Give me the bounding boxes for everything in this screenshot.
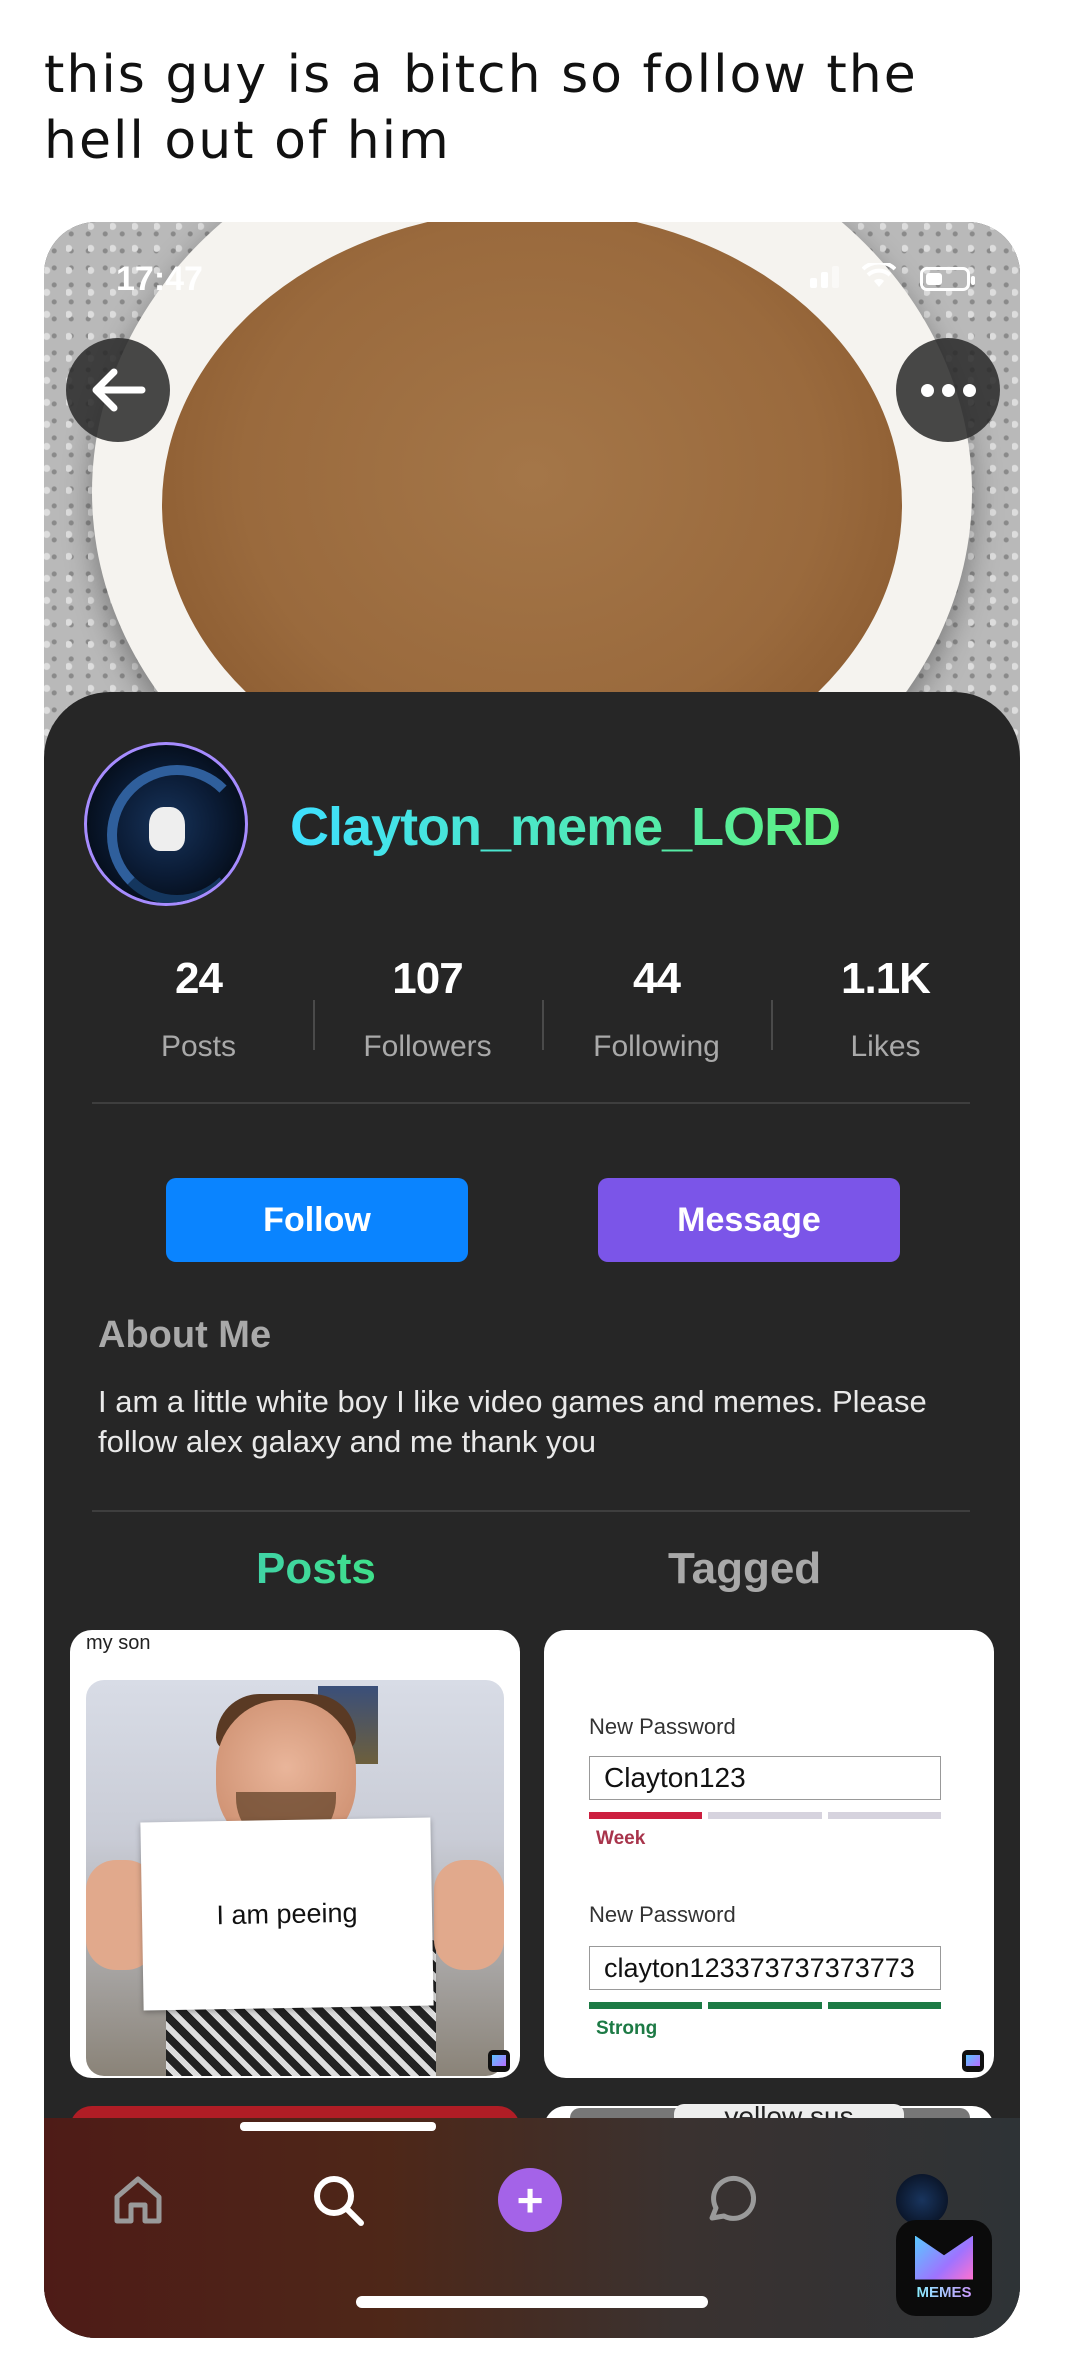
password-field: clayton123373737373773 [589,1946,941,1990]
stat-value: 44 [633,954,681,1003]
back-button[interactable] [66,338,170,442]
stat-following[interactable]: 44 Following [542,954,771,1064]
stat-followers[interactable]: 107 Followers [313,954,542,1064]
memes-logo: MEMES [896,2220,992,2316]
tab-tagged[interactable]: Tagged [668,1544,821,1594]
about-title: About Me [98,1314,272,1356]
arrow-left-icon [92,368,146,412]
meme-caption: this guy is a bitch so follow the hell o… [44,45,918,171]
strength-label: Week [596,1828,646,1849]
password-label: New Password [589,1714,736,1739]
divider [92,1510,970,1512]
post-tile[interactable]: New Password Clayton123 Week New Passwor… [544,1630,994,2078]
stat-likes[interactable]: 1.1K Likes [771,954,1000,1064]
status-time: 17:47 [116,260,203,298]
post-tile[interactable]: my son I am peeing [70,1630,520,2078]
wifi-icon [861,260,897,297]
watermark-icon [962,2050,984,2072]
stat-label: Followers [363,1030,492,1063]
home-indicator [356,2296,708,2308]
stat-label: Posts [160,1030,237,1063]
profile-card: Clayton_meme_LORD 24 Posts 107 Followers… [44,692,1020,2338]
follow-button[interactable]: Follow [166,1178,468,1262]
password-field: Clayton123 [589,1756,941,1800]
strength-bars [589,2002,941,2009]
profile-avatar-icon[interactable] [896,2174,948,2226]
stat-posts[interactable]: 24 Posts [84,954,313,1064]
stat-value: 1.1K [841,954,931,1003]
stat-label: Following [593,1030,720,1063]
avatar[interactable] [84,742,248,906]
about-text: I am a little white boy I like video gam… [98,1384,927,1459]
profile-username: Clayton_meme_LORD [290,797,841,857]
more-options-button[interactable] [896,338,1000,442]
logo-text: MEMES [916,2283,972,2301]
search-icon[interactable] [306,2168,370,2232]
strength-label: Strong [596,2018,658,2039]
tab-posts[interactable]: Posts [256,1544,376,1594]
chat-icon[interactable] [698,2168,762,2232]
scroll-indicator [240,2122,436,2131]
home-icon[interactable] [106,2168,170,2232]
post-image: I am peeing [86,1680,504,2076]
strength-bars [589,1812,941,1819]
profile-stats: 24 Posts 107 Followers 44 Following 1.1K… [84,954,1000,1064]
post-caption: my son [86,1632,151,1654]
stat-value: 107 [392,954,463,1003]
password-label: New Password [589,1902,736,1927]
signal-icon [810,266,843,288]
plus-icon[interactable]: + [498,2168,562,2232]
divider [92,1102,970,1104]
watermark-icon [488,2050,510,2072]
stat-value: 24 [175,954,223,1003]
battery-icon [920,267,975,291]
phone-screenshot: 17:47 Clayton_meme_LORD 24 Posts 107 Fol… [44,222,1020,2338]
status-bar: 17:47 [44,222,1020,312]
stat-label: Likes [850,1030,921,1063]
ellipsis-icon [920,383,976,397]
sign-text: I am peeing [140,1817,434,2011]
message-button[interactable]: Message [598,1178,900,1262]
